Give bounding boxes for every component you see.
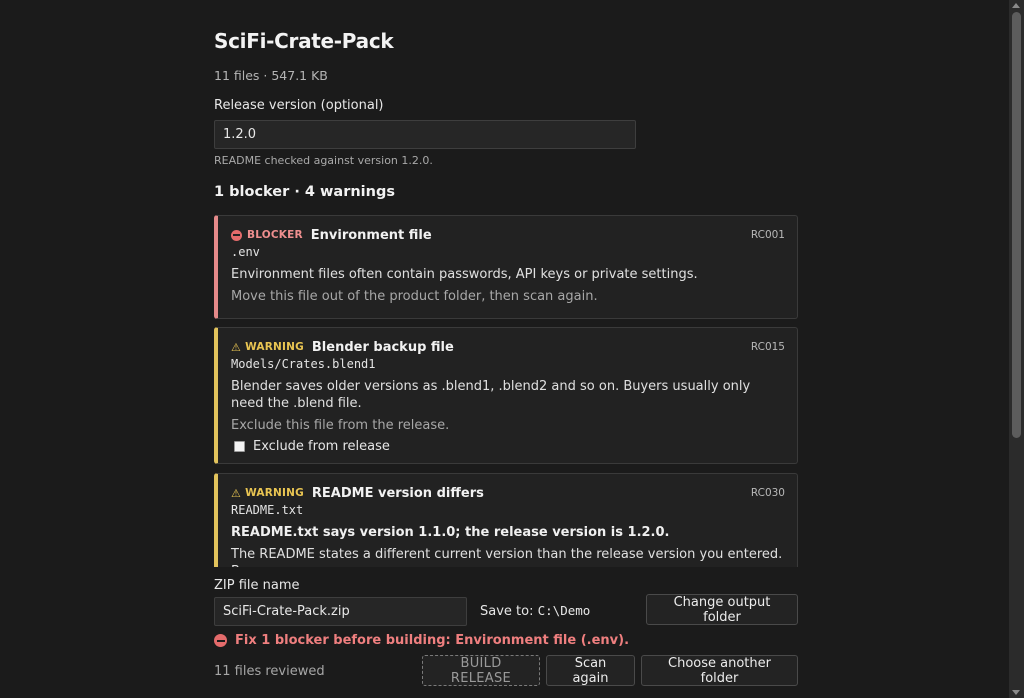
- zip-name-input[interactable]: [214, 597, 467, 626]
- build-error-message: Fix 1 blocker before building: Environme…: [214, 633, 629, 648]
- build-release-button[interactable]: BUILD RELEASE: [422, 655, 540, 686]
- issue-title: README version differs: [311, 485, 484, 501]
- issue-path: README.txt: [231, 503, 304, 517]
- scroll-down-arrow-icon[interactable]: [1012, 690, 1020, 695]
- zip-name-label: ZIP file name: [214, 578, 300, 593]
- stop-icon: [214, 634, 227, 647]
- issue-description: Blender saves older versions as .blend1,…: [231, 379, 751, 411]
- severity-badge: BLOCKER: [231, 229, 303, 241]
- issue-description: The README states a different current ve…: [231, 547, 783, 567]
- scrollbar-thumb[interactable]: [1012, 12, 1021, 438]
- save-to: Save to: C:\Demo: [480, 603, 590, 619]
- save-to-label: Save to:: [480, 604, 534, 619]
- issue-title: Blender backup file: [311, 339, 454, 355]
- release-version-input[interactable]: [214, 120, 636, 149]
- issue-title: Environment file: [310, 227, 432, 243]
- severity-badge: ⚠ WARNING: [231, 340, 304, 354]
- change-output-folder-button[interactable]: Change output folder: [646, 594, 798, 625]
- page-scrollbar[interactable]: [1009, 0, 1024, 698]
- warning-icon: ⚠: [231, 340, 242, 354]
- issue-fix: Exclude this file from the release.: [231, 418, 450, 433]
- issue-headline: README.txt says version 1.1.0; the relea…: [231, 525, 670, 540]
- issue-description: Environment files often contain password…: [231, 267, 698, 282]
- exclude-from-release-checkbox[interactable]: Exclude from release: [231, 439, 785, 454]
- project-meta: 11 files · 547.1 KB: [214, 68, 328, 83]
- page-title: SciFi-Crate-Pack: [214, 29, 394, 53]
- readme-check-note: README checked against version 1.2.0.: [214, 154, 433, 167]
- issue-card-warning: ⚠ WARNING README version differs RC030 R…: [214, 473, 798, 567]
- issue-summary: 1 blocker · 4 warnings: [214, 184, 395, 200]
- issues-list[interactable]: BLOCKER Environment file RC001 .env Envi…: [214, 215, 798, 567]
- issue-code: RC030: [750, 487, 785, 499]
- issue-card-blocker: BLOCKER Environment file RC001 .env Envi…: [214, 215, 798, 319]
- checkbox-box[interactable]: [234, 441, 245, 452]
- choose-another-folder-button[interactable]: Choose another folder: [641, 655, 798, 686]
- scroll-up-arrow-icon[interactable]: [1012, 3, 1020, 8]
- warning-icon: ⚠: [231, 486, 242, 500]
- release-version-label: Release version (optional): [214, 98, 384, 113]
- issue-fix: Move this file out of the product folder…: [231, 289, 598, 304]
- issue-path: .env: [231, 245, 260, 259]
- scan-again-button[interactable]: Scan again: [546, 655, 635, 686]
- issue-code: RC015: [750, 341, 785, 353]
- files-reviewed-status: 11 files reviewed: [214, 664, 325, 679]
- save-to-path: C:\Demo: [537, 603, 591, 618]
- issue-card-warning: ⚠ WARNING Blender backup file RC015 Mode…: [214, 327, 798, 464]
- severity-badge: ⚠ WARNING: [231, 486, 304, 500]
- checkbox-label: Exclude from release: [253, 439, 390, 454]
- stop-icon: [231, 229, 242, 241]
- issue-path: Models/Crates.blend1: [231, 357, 376, 371]
- issue-code: RC001: [750, 229, 785, 241]
